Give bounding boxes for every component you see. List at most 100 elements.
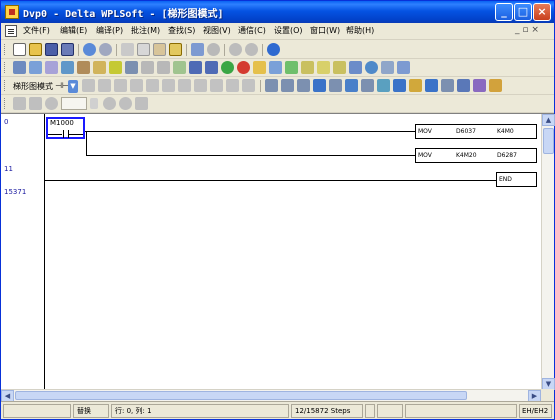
ladder-rungs[interactable]: M1000 MOV D6037 K4M0 MOV K4M20 D6287 END — [45, 114, 541, 390]
mdi-controls[interactable]: _ ▫ × — [515, 25, 539, 35]
eraser-icon[interactable] — [169, 43, 182, 56]
dropdown-arrow-icon[interactable]: ▼ — [68, 80, 78, 93]
monitor-stop-circle-icon[interactable] — [103, 97, 116, 110]
horizontal-scroll-thumb[interactable] — [15, 391, 467, 400]
ladder-tool-k-icon[interactable] — [425, 79, 438, 92]
tool-h-icon[interactable] — [397, 61, 410, 74]
plc-read-icon[interactable] — [189, 61, 202, 74]
cut-icon[interactable] — [121, 43, 134, 56]
close-button[interactable]: × — [533, 3, 551, 21]
toolbar-grip[interactable] — [4, 62, 7, 73]
tool-b-icon[interactable] — [301, 61, 314, 74]
tool-e-icon[interactable] — [349, 61, 362, 74]
tool-f-icon[interactable] — [365, 61, 378, 74]
force-icon[interactable] — [173, 61, 186, 74]
find-icon[interactable] — [207, 43, 220, 56]
monitor-icon[interactable] — [141, 61, 154, 74]
monitor-stop-icon[interactable] — [157, 61, 170, 74]
document-icon[interactable] — [5, 25, 17, 37]
ladder-editor[interactable]: 0 11 15371 M1000 MOV D6037 K4M0 MOV K4M2… — [1, 113, 555, 402]
coil-icon[interactable] — [194, 79, 207, 92]
ladder-tool-g-icon[interactable] — [361, 79, 374, 92]
zoom-in-icon[interactable] — [229, 43, 242, 56]
undo-icon[interactable] — [191, 43, 204, 56]
contact-p-icon[interactable] — [98, 79, 111, 92]
instruction-mode-icon[interactable] — [29, 61, 42, 74]
tool-g-icon[interactable] — [381, 61, 394, 74]
run-icon[interactable] — [221, 61, 234, 74]
menu-compile[interactable]: 编译(P) — [96, 25, 123, 36]
instruction-box-end[interactable]: END — [496, 172, 537, 187]
vline-icon[interactable] — [242, 79, 255, 92]
contact-f-icon[interactable] — [114, 79, 127, 92]
parallel-nc-icon[interactable] — [146, 79, 159, 92]
ladder-tool-h-icon[interactable] — [377, 79, 390, 92]
parallel-p-icon[interactable] — [162, 79, 175, 92]
settings-icon[interactable] — [109, 61, 122, 74]
save-icon[interactable] — [45, 43, 58, 56]
tool-a-icon[interactable] — [285, 61, 298, 74]
contact-no-icon[interactable]: ⊣⊢ — [55, 80, 69, 93]
online-icon[interactable] — [83, 43, 96, 56]
horizontal-scrollbar[interactable]: ◀ ▶ — [1, 389, 541, 402]
ladder-tool-n-icon[interactable] — [473, 79, 486, 92]
refresh-icon[interactable] — [119, 97, 132, 110]
app-icon[interactable] — [5, 5, 19, 19]
copy-icon[interactable] — [137, 43, 150, 56]
toolbar-grip[interactable] — [4, 98, 7, 109]
hline-icon[interactable] — [226, 79, 239, 92]
paste-icon[interactable] — [153, 43, 166, 56]
monitor-write-icon[interactable] — [135, 97, 148, 110]
help-icon[interactable] — [267, 43, 280, 56]
contact-m1000[interactable]: M1000 — [46, 117, 85, 139]
wizard-icon[interactable] — [269, 61, 282, 74]
instruction-box-mov-1[interactable]: MOV D6037 K4M0 — [415, 124, 537, 139]
sfc-mode-icon[interactable] — [45, 61, 58, 74]
memory-icon[interactable] — [93, 61, 106, 74]
menu-view[interactable]: 视图(V) — [203, 25, 231, 36]
toolbar-grip[interactable] — [4, 80, 7, 91]
ladder-tool-b-icon[interactable] — [281, 79, 294, 92]
ladder-tool-j-icon[interactable] — [409, 79, 422, 92]
menu-edit[interactable]: 编辑(E) — [60, 25, 87, 36]
spin-icon[interactable] — [90, 98, 98, 109]
toolbar-grip[interactable] — [4, 44, 7, 55]
contact-nc-icon[interactable] — [82, 79, 95, 92]
offline-icon[interactable] — [99, 43, 112, 56]
parallel-f-icon[interactable] — [178, 79, 191, 92]
monitor-device-icon[interactable] — [13, 97, 26, 110]
ladder-tool-a-icon[interactable] — [265, 79, 278, 92]
parallel-no-icon[interactable] — [130, 79, 143, 92]
menu-communication[interactable]: 通信(C) — [238, 25, 266, 36]
tool-d-icon[interactable] — [333, 61, 346, 74]
ladder-tool-o-icon[interactable] — [489, 79, 502, 92]
menu-help[interactable]: 帮助(H) — [346, 25, 374, 36]
transfer-icon[interactable] — [125, 61, 138, 74]
tool-c-icon[interactable] — [317, 61, 330, 74]
ladder-tool-i-icon[interactable] — [393, 79, 406, 92]
menu-settings[interactable]: 设置(O) — [274, 25, 303, 36]
menu-file[interactable]: 文件(F) — [23, 25, 50, 36]
ladder-tool-m-icon[interactable] — [457, 79, 470, 92]
ladder-tool-l-icon[interactable] — [441, 79, 454, 92]
vertical-scrollbar[interactable]: ▲ ▼ — [541, 114, 555, 390]
monitor-value-input[interactable] — [61, 97, 87, 110]
stop-icon[interactable] — [237, 61, 250, 74]
menu-comment[interactable]: 批注(M) — [131, 25, 160, 36]
open-folder-icon[interactable] — [29, 43, 42, 56]
monitor-ladder-icon[interactable] — [29, 97, 42, 110]
menu-window[interactable]: 窗口(W) — [310, 25, 340, 36]
ladder-mode-icon[interactable] — [13, 61, 26, 74]
scroll-up-button[interactable]: ▲ — [542, 114, 555, 126]
monitor-circle-icon[interactable] — [45, 97, 58, 110]
function-icon[interactable] — [210, 79, 223, 92]
title-bar[interactable]: Dvp0 - Delta WPLSoft - [梯形图模式] _ □ × — [1, 1, 554, 23]
minimize-button[interactable]: _ — [495, 3, 513, 21]
device-comment-icon[interactable] — [77, 61, 90, 74]
vertical-scroll-thumb[interactable] — [543, 128, 554, 154]
menu-search[interactable]: 查找(S) — [168, 25, 195, 36]
instruction-box-mov-2[interactable]: MOV K4M20 D6287 — [415, 148, 537, 163]
edit-mode-icon[interactable] — [61, 61, 74, 74]
new-file-icon[interactable] — [13, 43, 26, 56]
ladder-tool-e-icon[interactable] — [329, 79, 342, 92]
